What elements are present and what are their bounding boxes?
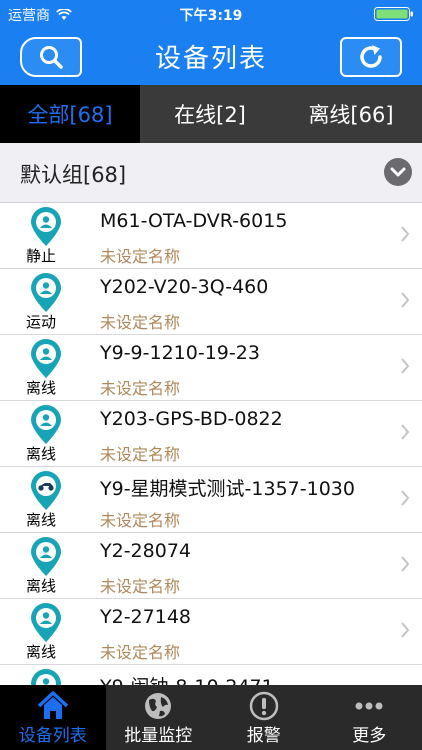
device-name: Y2-28074 — [100, 540, 191, 562]
device-name: M61-OTA-DVR-6015 — [100, 210, 288, 232]
device-row[interactable]: 离线 Y9-9-1210-19-23 未设定名称 — [0, 335, 422, 401]
more-icon — [355, 702, 383, 710]
device-alias: 未设定名称 — [100, 577, 181, 596]
device-status: 静止 — [26, 247, 57, 265]
tab-device-list[interactable]: 设备列表 — [0, 685, 106, 750]
device-alias: 未设定名称 — [100, 313, 181, 332]
device-name: Y9-闹钟-8-10-2471 — [100, 672, 274, 685]
tab-more[interactable]: 更多 — [317, 685, 422, 750]
tab-label: 更多 — [352, 726, 387, 746]
device-alias: 未设定名称 — [100, 643, 181, 662]
chevron-right-icon — [401, 490, 410, 506]
device-status: 离线 — [26, 577, 57, 595]
device-list: 静止 M61-OTA-DVR-6015 未设定名称 运动 Y202-V20-3Q… — [0, 203, 422, 685]
device-row[interactable]: 静止 M61-OTA-DVR-6015 未设定名称 — [0, 203, 422, 269]
tab-label: 报警 — [246, 726, 281, 746]
device-status: 离线 — [26, 643, 57, 661]
home-icon — [37, 691, 68, 719]
device-name: Y9-9-1210-19-23 — [100, 342, 260, 364]
motorbike-pin-icon — [28, 471, 64, 511]
device-status: 离线 — [26, 379, 57, 397]
device-status: 离线 — [26, 445, 57, 463]
person-pin-icon — [28, 603, 64, 643]
device-row[interactable]: 离线 Y203-GPS-BD-0822 未设定名称 — [0, 401, 422, 467]
chevron-right-icon — [401, 556, 410, 572]
status-filter-tabs: 全部[68] 在线[2] 离线[66] — [0, 85, 422, 143]
alert-icon — [249, 691, 278, 721]
refresh-icon — [360, 45, 382, 68]
person-pin-icon — [28, 339, 64, 379]
chevron-right-icon — [401, 358, 410, 374]
globe-icon — [145, 693, 172, 719]
battery-icon — [374, 7, 413, 21]
tab-online[interactable]: 在线[2] — [140, 85, 280, 143]
chevron-right-icon — [401, 622, 410, 638]
tab-all[interactable]: 全部[68] — [0, 85, 140, 143]
device-row[interactable]: Y9-闹钟-8-10-2471 — [0, 665, 422, 685]
device-row[interactable]: 运动 Y202-V20-3Q-460 未设定名称 — [0, 269, 422, 335]
device-name: Y202-V20-3Q-460 — [100, 276, 269, 298]
person-pin-icon — [28, 669, 64, 685]
tab-alarm[interactable]: 报警 — [211, 685, 317, 750]
tab-label: 设备列表 — [18, 726, 87, 746]
device-name: Y203-GPS-BD-0822 — [100, 408, 283, 430]
tab-batch-monitor[interactable]: 批量监控 — [106, 685, 212, 750]
status-bar: 运营商 下午3:19 — [0, 0, 422, 28]
status-time: 下午3:19 — [179, 8, 243, 24]
device-alias: 未设定名称 — [100, 247, 181, 266]
tab-offline[interactable]: 离线[66] — [280, 85, 422, 143]
device-status: 离线 — [26, 511, 57, 529]
group-toggle-button[interactable] — [384, 158, 412, 186]
chevron-right-icon — [401, 292, 410, 308]
device-row[interactable]: 离线 Y2-28074 未设定名称 — [0, 533, 422, 599]
device-row[interactable]: 离线 Y9-星期模式测试-1357-1030 未设定名称 — [0, 467, 422, 533]
device-name: Y2-27148 — [100, 606, 191, 628]
group-header[interactable]: 默认组[68] — [0, 143, 422, 203]
device-alias: 未设定名称 — [100, 445, 181, 464]
person-pin-icon — [28, 207, 64, 247]
chevron-right-icon — [401, 226, 410, 242]
person-pin-icon — [28, 405, 64, 445]
chevron-down-icon — [390, 167, 406, 177]
refresh-button[interactable] — [340, 37, 402, 77]
bottom-tab-bar: 设备列表 批量监控 报警 更多 — [0, 685, 422, 750]
device-row[interactable]: 离线 Y2-27148 未设定名称 — [0, 599, 422, 665]
tab-label: 批量监控 — [124, 726, 193, 746]
group-label: 默认组[68] — [20, 163, 127, 187]
device-name: Y9-星期模式测试-1357-1030 — [100, 478, 355, 500]
device-status: 运动 — [26, 313, 57, 331]
chevron-right-icon — [401, 424, 410, 440]
person-pin-icon — [28, 537, 64, 577]
device-alias: 未设定名称 — [100, 379, 181, 398]
person-pin-icon — [28, 273, 64, 313]
device-alias: 未设定名称 — [100, 511, 181, 530]
nav-bar: 设备列表 — [0, 28, 422, 85]
